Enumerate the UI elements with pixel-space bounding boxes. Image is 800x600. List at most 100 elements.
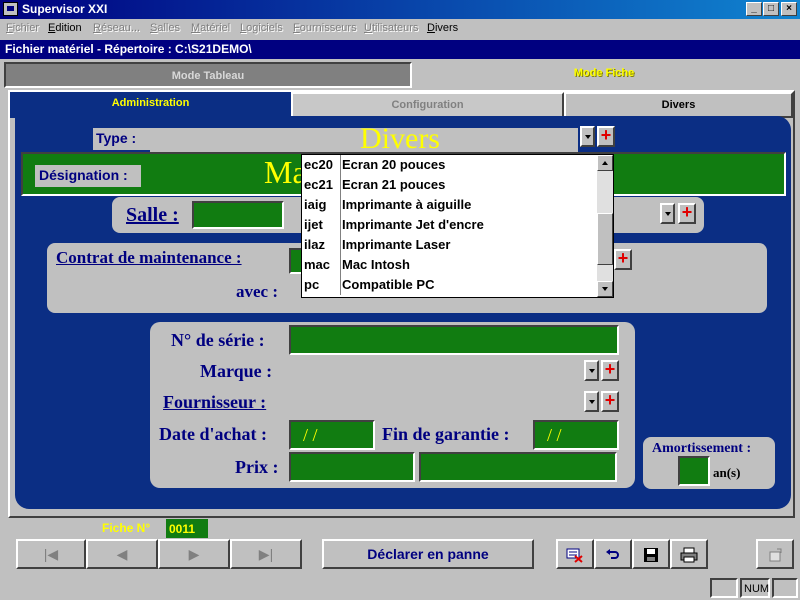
exit-button[interactable] [756, 539, 794, 569]
fin-garantie-field[interactable]: / / [533, 420, 619, 450]
scroll-up-button[interactable] [597, 155, 613, 171]
delete-record-icon [566, 548, 583, 564]
dropdown-item[interactable]: mac Mac Intosh [302, 255, 597, 275]
save-icon [644, 548, 658, 563]
maximize-button[interactable]: □ [763, 2, 779, 16]
dropdown-item-label: Imprimante Jet d'encre [342, 217, 484, 232]
path-bar: Fichier matériel - Répertoire : C:\S21DE… [0, 40, 800, 59]
dropdown-item[interactable]: pc Compatible PC [302, 275, 597, 295]
date-achat-field[interactable]: / / [289, 420, 375, 450]
salle-dropdown-button[interactable] [660, 203, 675, 224]
menu-edition[interactable]: Edition [48, 22, 82, 34]
app-icon[interactable] [3, 2, 18, 16]
amort-label: Amortissement : [652, 441, 752, 456]
tab-administration[interactable]: Administration [10, 92, 291, 118]
dropdown-item-code: ilaz [304, 237, 325, 252]
type-add-button[interactable]: + [597, 126, 615, 147]
dropdown-item-code: ijet [304, 217, 323, 232]
menu-bar: Fichier Edition Réseau... Salles Matérie… [0, 19, 800, 38]
dropdown-item-code: ec20 [304, 157, 333, 172]
status-num: NUM [740, 578, 770, 598]
dropdown-scrollbar[interactable] [597, 155, 613, 297]
path-text: Fichier matériel - Répertoire : C:\S21DE… [5, 42, 252, 56]
menu-logiciels[interactable]: Logiciels [240, 22, 283, 34]
menu-materiel[interactable]: Matériel [191, 22, 230, 34]
tab-mode-fiche[interactable]: Mode Fiche [412, 62, 796, 88]
dropdown-item-label: Imprimante à aiguille [342, 197, 472, 212]
serie-field[interactable] [289, 325, 619, 355]
close-button[interactable]: × [781, 2, 797, 16]
menu-fournisseurs[interactable]: Fournisseurs [293, 22, 357, 34]
nav-next-button[interactable]: ▶ [158, 539, 230, 569]
fournisseur-dropdown-button[interactable] [584, 391, 599, 412]
dropdown-item-code: iaig [304, 197, 327, 212]
tab-divers[interactable]: Divers [564, 92, 793, 118]
status-cell-2 [772, 578, 798, 598]
contrat-label[interactable]: Contrat de maintenance : [56, 248, 242, 268]
dropdown-item-label: Compatible PC [342, 277, 435, 292]
window-title: Supervisor XXI [22, 2, 108, 16]
menu-salles[interactable]: Salles [150, 22, 180, 34]
scroll-thumb[interactable] [597, 212, 613, 265]
type-dropdown-button[interactable] [580, 126, 595, 147]
prix-currency-field[interactable] [419, 452, 617, 482]
dropdown-item-code: mac [304, 257, 331, 272]
fiche-label: Fiche N° [102, 521, 151, 535]
marque-label: Marque : [200, 361, 273, 381]
prix-label: Prix : [235, 457, 279, 477]
scroll-down-button[interactable] [597, 281, 613, 297]
salle-label[interactable]: Salle : [126, 204, 179, 227]
type-label: Type : [93, 128, 150, 150]
salle-add-button[interactable]: + [678, 203, 696, 224]
fiche-number: 0011 [166, 519, 208, 538]
avec-label: avec : [236, 282, 279, 301]
dropdown-item[interactable]: ijet Imprimante Jet d'encre [302, 215, 597, 235]
type-dropdown-list[interactable]: ec20 Ecran 20 pouces ec21 Ecran 21 pouces ia… [301, 154, 614, 298]
delete-record-button[interactable] [556, 539, 594, 569]
dropdown-item[interactable]: ec20 Ecran 20 pouces [302, 155, 597, 175]
printer-icon [680, 547, 698, 563]
serie-label: N° de série : [171, 330, 265, 350]
status-cell [710, 578, 738, 598]
prix-field[interactable] [289, 452, 415, 482]
salle-field[interactable] [192, 201, 284, 229]
marque-add-button[interactable]: + [601, 360, 619, 381]
menu-reseau[interactable]: Réseau... [93, 22, 140, 34]
declarer-panne-button[interactable]: Déclarer en panne [322, 539, 534, 569]
marque-dropdown-button[interactable] [584, 360, 599, 381]
status-bar: NUM [0, 578, 800, 600]
dropdown-item-label: Mac Intosh [342, 257, 410, 272]
print-button[interactable] [670, 539, 708, 569]
dropdown-item[interactable]: iaig Imprimante à aiguille [302, 195, 597, 215]
dropdown-item-label: Ecran 21 pouces [342, 177, 446, 192]
fin-garantie-label: Fin de garantie : [382, 424, 510, 444]
amort-field[interactable] [678, 456, 710, 486]
tab-configuration[interactable]: Configuration [291, 92, 564, 118]
save-button[interactable] [632, 539, 670, 569]
dropdown-item[interactable]: ec21 Ecran 21 pouces [302, 175, 597, 195]
title-bar[interactable]: Supervisor XXI _ □ × [0, 0, 800, 19]
menu-divers[interactable]: Divers [427, 22, 458, 34]
dropdown-item-label: Ecran 20 pouces [342, 157, 446, 172]
dropdown-item-code: pc [304, 277, 320, 292]
exit-door-icon [769, 548, 782, 562]
amort-unit: an(s) [713, 465, 741, 480]
undo-button[interactable] [594, 539, 632, 569]
nav-first-button[interactable]: |◀ [16, 539, 86, 569]
fournisseur-add-button[interactable]: + [601, 391, 619, 412]
menu-fichier[interactable]: Fichier [6, 22, 39, 34]
dropdown-item[interactable]: ilaz Imprimante Laser [302, 235, 597, 255]
fournisseur-label[interactable]: Fournisseur : [163, 392, 266, 413]
nav-prev-button[interactable]: ◀ [86, 539, 158, 569]
dropdown-item-code: ec21 [304, 177, 333, 192]
undo-icon [606, 549, 619, 560]
type-value[interactable]: Divers [300, 122, 500, 156]
nav-last-button[interactable]: ▶| [230, 539, 302, 569]
contrat-add-button[interactable]: + [614, 249, 632, 270]
date-achat-label: Date d'achat : [159, 424, 267, 444]
tab-mode-tableau[interactable]: Mode Tableau [4, 62, 412, 88]
minimize-button[interactable]: _ [746, 2, 762, 16]
designation-label: Désignation : [35, 165, 141, 187]
dropdown-item-label: Imprimante Laser [342, 237, 451, 252]
menu-utilisateurs[interactable]: Utilisateurs [364, 22, 418, 34]
